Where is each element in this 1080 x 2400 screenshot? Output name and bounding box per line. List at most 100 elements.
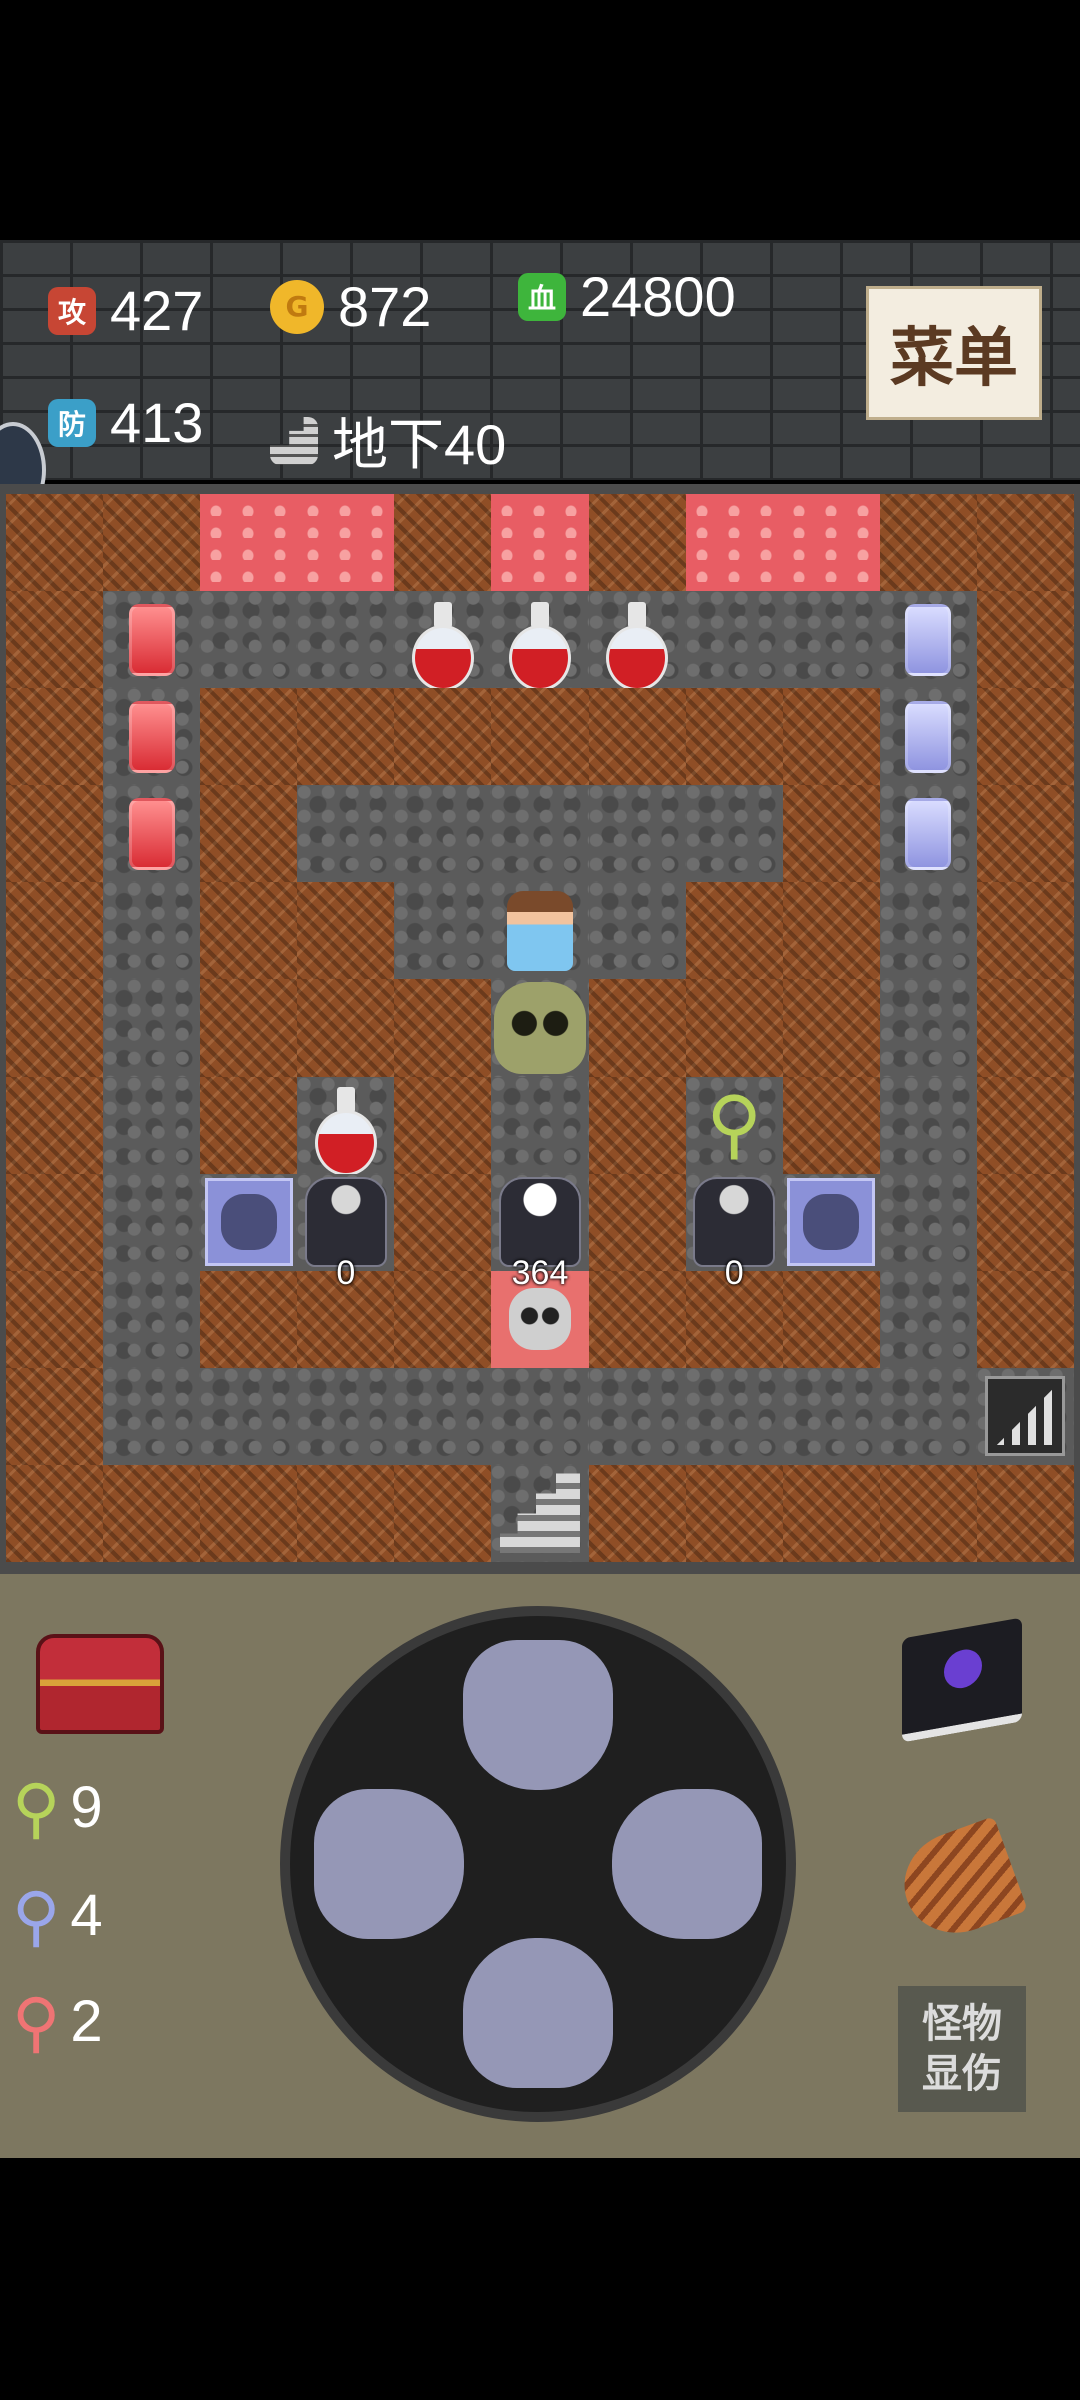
stone-face-block-sprite: [787, 1178, 876, 1267]
wall-tile: [103, 1464, 201, 1562]
floor-tile: [879, 1367, 977, 1465]
hero: [491, 882, 588, 979]
damage-label: 364: [511, 1253, 569, 1292]
floor-tile: [394, 785, 492, 883]
blue-gem-sprite: [905, 603, 952, 676]
dark-knight: 0: [686, 1174, 783, 1292]
dpad-left-button[interactable]: [314, 1789, 464, 1939]
wall-tile: [976, 1173, 1074, 1271]
menu-button[interactable]: 菜单: [866, 286, 1042, 420]
dpad-up-button[interactable]: [463, 1640, 613, 1790]
lava-tile: [297, 494, 395, 592]
damage-label: 0: [336, 1253, 356, 1292]
game-map: ⚲ 0 364 0: [6, 494, 1074, 1562]
wall-tile: [588, 1464, 686, 1562]
floor-tile: 364: [491, 1173, 589, 1292]
wall-tile: [6, 882, 104, 980]
stone-face-block: [200, 1174, 297, 1271]
floor-tile: [200, 1367, 298, 1465]
wall-tile: [394, 688, 492, 786]
red-potion-sprite: [508, 601, 571, 691]
yellow-key-icon: ⚲: [12, 1770, 61, 1845]
floor-tile: [103, 1173, 201, 1271]
red-gem-sprite: [128, 603, 175, 676]
wall-tile: [200, 882, 298, 980]
wall-tile: [103, 494, 201, 592]
wall-tile: [200, 1076, 298, 1174]
wall-tile: [200, 979, 298, 1077]
red-gem: [103, 688, 200, 785]
floor-tile: [394, 591, 492, 691]
defense-stat: 防 413: [48, 390, 203, 455]
floor-tile: [976, 1367, 1074, 1465]
red-gem: [103, 785, 200, 882]
treasure-chest-button[interactable]: [36, 1634, 164, 1734]
floor-tile: [103, 1270, 201, 1368]
wall-tile: [782, 785, 880, 883]
wall-tile: [976, 591, 1074, 689]
wall-tile: [588, 1076, 686, 1174]
wall-tile: [782, 979, 880, 1077]
red-skull-monster-sprite: [508, 1288, 571, 1351]
dark-knight: 0: [297, 1174, 394, 1292]
blue-gem-sprite: [905, 700, 952, 773]
floor-tile: [879, 1076, 977, 1174]
floor-tile: [103, 1076, 201, 1174]
floor-tile: [588, 882, 686, 980]
floor-tile: [491, 1076, 589, 1174]
monster-damage-toggle[interactable]: 怪物 显伤: [898, 1986, 1026, 2112]
red-potion: [589, 591, 686, 691]
wall-tile: [588, 688, 686, 786]
skeleton-knight: 364: [491, 1174, 588, 1292]
yellow-key-value: 9: [70, 1775, 103, 1840]
fly-wing-button[interactable]: [890, 1816, 1028, 1948]
stairs-down: [491, 1465, 588, 1562]
wall-tile: [976, 1076, 1074, 1174]
wall-tile: [782, 688, 880, 786]
floor-tile: [200, 591, 298, 689]
stairs-up-sprite: [985, 1376, 1066, 1457]
floor-tile: [491, 882, 589, 980]
monster-book-button[interactable]: [902, 1617, 1022, 1743]
wall-tile: [976, 1464, 1074, 1562]
floor-tile: [297, 591, 395, 689]
lava-tile: [685, 494, 783, 592]
dpad-down-button[interactable]: [463, 1938, 613, 2088]
stairs-down-sprite: [499, 1473, 580, 1554]
wall-tile: [588, 1270, 686, 1368]
floor-tile: [103, 688, 201, 786]
floor-tile: [685, 591, 783, 689]
wall-tile: [685, 1464, 783, 1562]
wall-tile: [6, 785, 104, 883]
floor-tile: [588, 591, 686, 691]
floor-tile: [879, 591, 977, 689]
sword-icon: 攻: [48, 286, 96, 335]
stone-face-block-sprite: [204, 1178, 293, 1267]
wall-tile: [394, 1270, 492, 1368]
floor-tile: [879, 882, 977, 980]
red-key-icon: ⚲: [12, 1984, 61, 2059]
red-potion-sprite: [314, 1087, 377, 1177]
stairs-icon: [270, 416, 318, 465]
wall-tile: [976, 494, 1074, 592]
wall-tile: [6, 1173, 104, 1271]
gold-value: 872: [338, 275, 432, 338]
floor-tile: [879, 979, 977, 1077]
wall-tile: [491, 688, 589, 786]
wall-tile: [879, 494, 977, 592]
coin-icon: G: [270, 279, 324, 334]
wall-tile: [200, 785, 298, 883]
wall-tile: [297, 979, 395, 1077]
blue-gem: [880, 688, 977, 785]
floor-tile: 0: [297, 1173, 395, 1292]
key-icon: ⚲: [706, 1082, 763, 1168]
wall-tile: [976, 688, 1074, 786]
yellow-key: ⚲: [686, 1077, 783, 1174]
lava-tile: [200, 494, 298, 592]
floor-stat: 地下40: [270, 400, 506, 481]
floor-tile: [103, 1367, 201, 1465]
wall-tile: [6, 591, 104, 689]
wall-tile: [588, 979, 686, 1077]
wall-tile: [782, 1076, 880, 1174]
dpad-right-button[interactable]: [612, 1789, 762, 1939]
